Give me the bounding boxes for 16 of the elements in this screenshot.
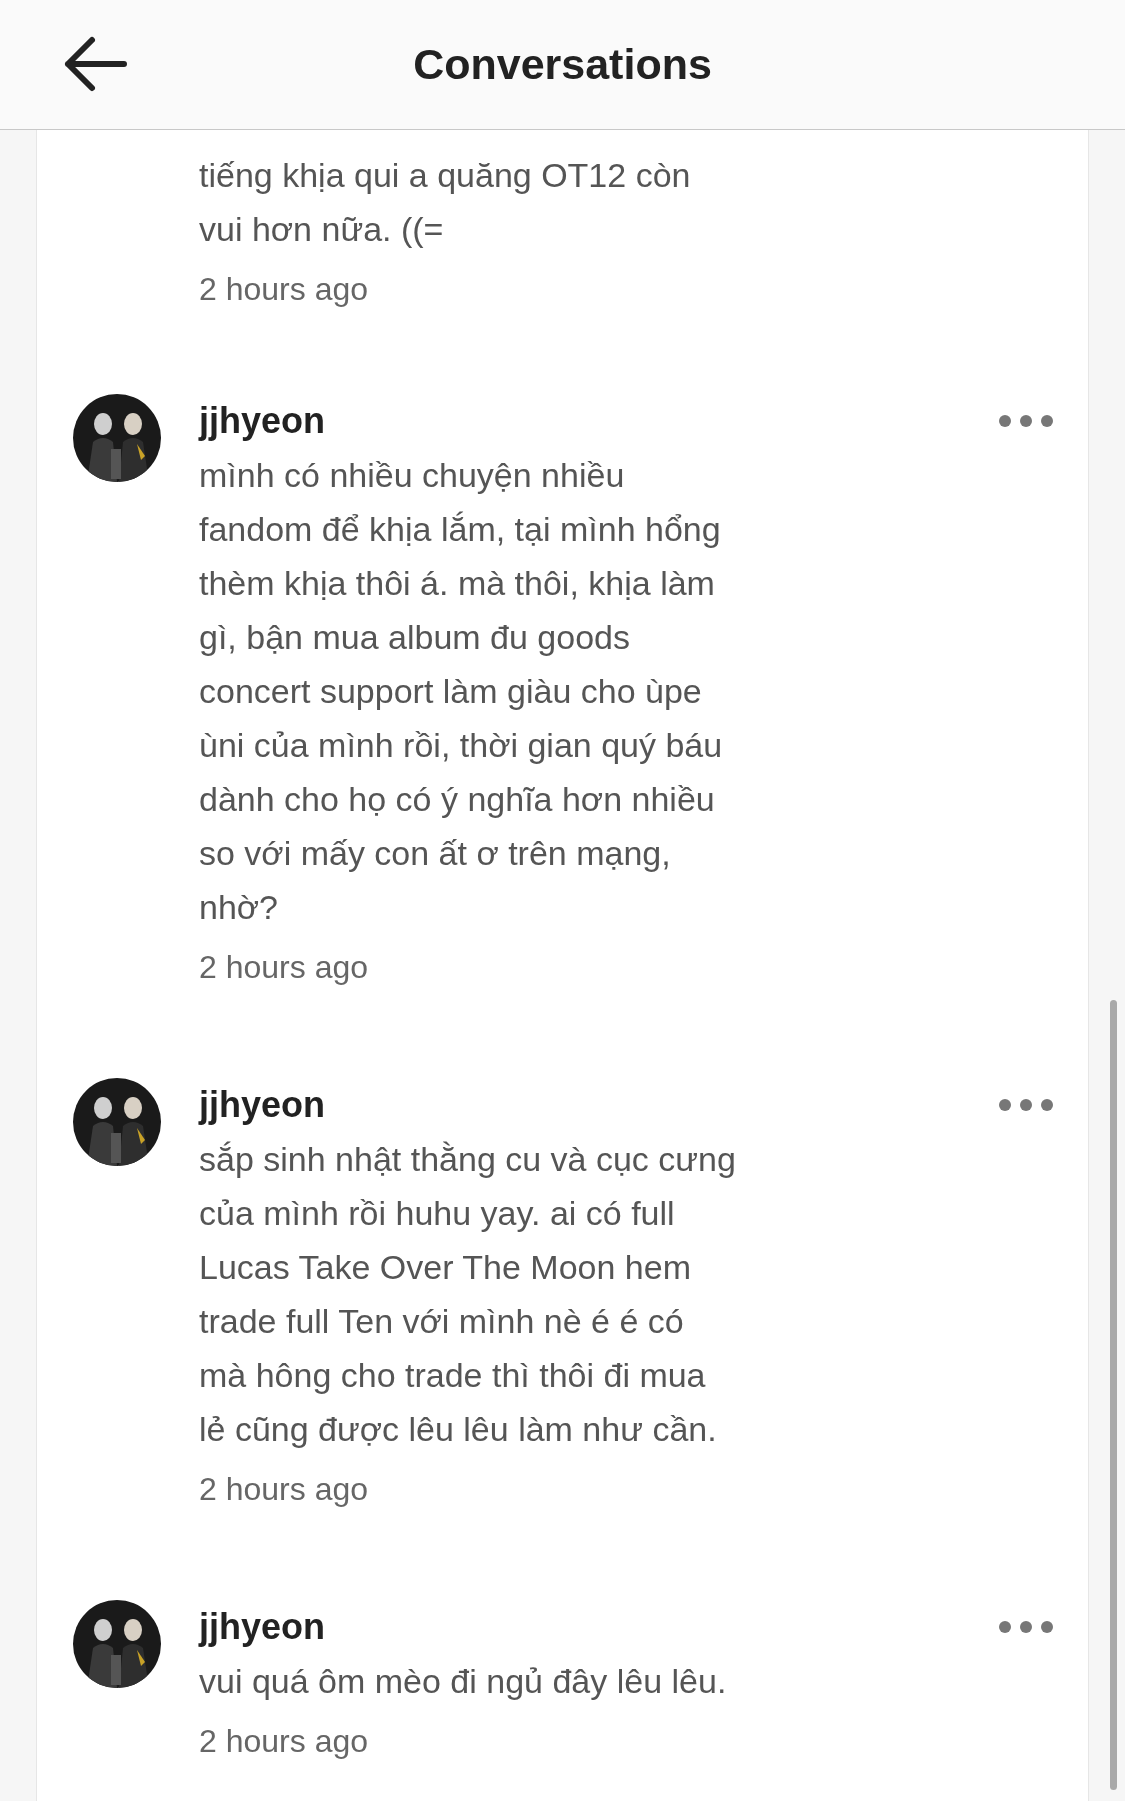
username[interactable]: jjhyeon	[199, 1606, 326, 1648]
message-text: sắp sinh nhật thằng cu và cục cưng của mình rồi huhu yay. ai có full Lucas Take Over The Moon hem trade full Ten với mình nè é é có mà hông cho trade thì thôi đi mua lẻ cũng được lêu lêu làm như cần.	[199, 1139, 737, 1450]
username[interactable]: jjhyeon	[199, 1084, 326, 1126]
message-text: tiếng khịa qui a quăng OT12 còn vui hơn nữa. ((=	[199, 155, 692, 250]
more-options-icon[interactable]	[998, 414, 1054, 428]
more-options-icon[interactable]	[998, 1098, 1054, 1112]
screen-title: Conversations	[413, 40, 712, 89]
message-text: vui quá ôm mèo đi ngủ đây lêu lêu.	[199, 1661, 728, 1702]
username[interactable]: jjhyeon	[199, 400, 326, 442]
timestamp: 2 hours ago	[199, 948, 368, 987]
timestamp: 2 hours ago	[199, 1722, 368, 1761]
back-arrow-icon[interactable]	[62, 34, 128, 94]
more-options-icon[interactable]	[998, 1620, 1054, 1634]
message-text: mình có nhiều chuyện nhiều fandom để khịa lắm, tại mình hổng thèm khịa thôi á. mà thôi, khịa làm gì, bận mua album đu goods concert support làm giàu cho ùpe ùni của mình rồi, thời gian quý báu dành cho họ có ý nghĩa hơn nhiều so với mấy con ất ơ trên mạng, nhờ?	[199, 455, 724, 928]
timestamp: 2 hours ago	[199, 1470, 368, 1509]
timestamp: 2 hours ago	[199, 270, 368, 309]
